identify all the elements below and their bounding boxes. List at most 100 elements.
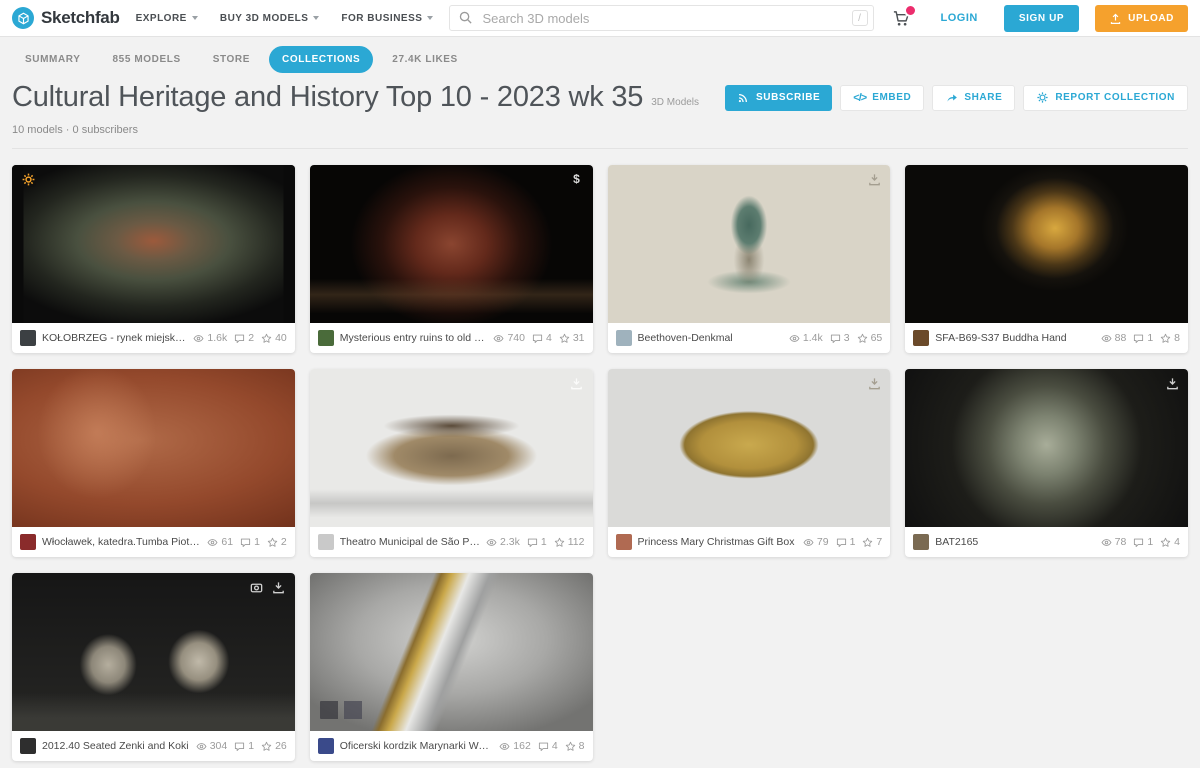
login-link[interactable]: LOGIN	[941, 12, 978, 24]
model-title[interactable]: Beethoven-Denkmal	[638, 332, 783, 344]
model-title[interactable]: Oficerski kordzik Marynarki Wojennej II …	[340, 740, 494, 752]
main-nav: EXPLORE BUY 3D MODELS FOR BUSINESS	[136, 13, 434, 24]
signup-button[interactable]: SIGN UP	[1004, 5, 1079, 32]
model-card[interactable]: Oficerski kordzik Marynarki Wojennej II …	[310, 573, 593, 761]
model-thumbnail[interactable]	[905, 165, 1188, 323]
views-count: 304	[196, 740, 228, 752]
collection-actions: SUBSCRIBE </> EMBED SHARE REPORT COLLECT…	[725, 85, 1188, 111]
model-grid: KOŁOBRZEG - rynek miejski / city market …	[12, 165, 1188, 761]
model-card[interactable]: SFA-B69-S37 Buddha Hand 88 1 8	[905, 165, 1188, 353]
views-count: 2.3k	[486, 536, 520, 548]
likes-icon	[261, 333, 272, 344]
thumbnail-badges	[569, 375, 585, 391]
model-card[interactable]: KOŁOBRZEG - rynek miejski / city market …	[12, 165, 295, 353]
cart-badge	[904, 4, 917, 17]
model-title[interactable]: KOŁOBRZEG - rynek miejski / city market …	[42, 332, 187, 344]
model-thumbnail[interactable]	[608, 369, 891, 527]
model-card[interactable]: Princess Mary Christmas Gift Box 79 1 7	[608, 369, 891, 557]
chevron-down-icon	[313, 16, 319, 20]
embed-button[interactable]: </> EMBED	[840, 85, 924, 111]
model-title[interactable]: Mysterious entry ruins to old cemetery	[340, 332, 488, 344]
likes-icon	[1160, 333, 1171, 344]
author-avatar[interactable]	[913, 534, 929, 550]
likes-count: 40	[261, 332, 287, 344]
model-thumbnail[interactable]: $	[310, 165, 593, 323]
views-count: 61	[207, 536, 233, 548]
model-stats: 1.6k 2 40	[193, 332, 286, 344]
model-title[interactable]: BAT2165	[935, 536, 1094, 548]
model-thumbnail[interactable]	[905, 369, 1188, 527]
thumbnail-badges	[1164, 375, 1180, 391]
model-title[interactable]: SFA-B69-S37 Buddha Hand	[935, 332, 1094, 344]
likes-count: 112	[554, 536, 585, 548]
model-card[interactable]: Theatro Municipal de São Paulo 2.3k 1 11…	[310, 369, 593, 557]
author-avatar[interactable]	[913, 330, 929, 346]
comments-icon	[1133, 537, 1144, 548]
likes-count: 2	[267, 536, 287, 548]
nav-for-business[interactable]: FOR BUSINESS	[341, 13, 433, 24]
sketchfab-logo[interactable]: Sketchfab	[12, 7, 120, 29]
report-collection-button[interactable]: REPORT COLLECTION	[1023, 85, 1188, 111]
author-avatar[interactable]	[318, 738, 334, 754]
model-card-footer: SFA-B69-S37 Buddha Hand 88 1 8	[905, 323, 1188, 353]
views-icon	[1101, 537, 1112, 548]
tab-models[interactable]: 855 MODELS	[100, 46, 194, 73]
author-avatar[interactable]	[318, 534, 334, 550]
views-count: 162	[499, 740, 531, 752]
upload-button[interactable]: UPLOAD	[1095, 5, 1188, 32]
model-card[interactable]: $ Mysterious entry ruins to old cemetery…	[310, 165, 593, 353]
cart-button[interactable]	[892, 9, 911, 28]
model-thumbnail[interactable]	[310, 573, 593, 731]
tab-likes[interactable]: 27.4K LIKES	[379, 46, 471, 73]
brand-name: Sketchfab	[41, 8, 120, 28]
download-icon	[1164, 375, 1180, 391]
thumbnail-badges	[866, 171, 882, 187]
comments-icon	[538, 741, 549, 752]
nav-buy-3d-models[interactable]: BUY 3D MODELS	[220, 13, 320, 24]
rss-icon	[737, 91, 750, 104]
likes-count: 8	[565, 740, 585, 752]
model-thumbnail[interactable]	[608, 165, 891, 323]
nav-explore[interactable]: EXPLORE	[136, 13, 198, 24]
model-card-footer: Theatro Municipal de São Paulo 2.3k 1 11…	[310, 527, 593, 557]
subscribe-button[interactable]: SUBSCRIBE	[725, 85, 832, 111]
likes-icon	[1160, 537, 1171, 548]
views-count: 1.6k	[193, 332, 227, 344]
model-card[interactable]: Włocławek, katedra.Tumba Piotra z Bnina,…	[12, 369, 295, 557]
likes-icon	[554, 537, 565, 548]
model-card[interactable]: 2012.40 Seated Zenki and Koki 304 1 26	[12, 573, 295, 761]
model-stats: 1.4k 3 65	[789, 332, 882, 344]
model-title[interactable]: 2012.40 Seated Zenki and Koki	[42, 740, 190, 752]
author-avatar[interactable]	[20, 738, 36, 754]
views-icon	[196, 741, 207, 752]
collection-header: Cultural Heritage and History Top 10 - 2…	[12, 81, 1188, 114]
model-title[interactable]: Theatro Municipal de São Paulo	[340, 536, 480, 548]
views-count: 1.4k	[789, 332, 823, 344]
model-title[interactable]: Włocławek, katedra.Tumba Piotra z Bnina,…	[42, 536, 201, 548]
model-thumbnail[interactable]	[12, 165, 295, 323]
tab-store[interactable]: STORE	[200, 46, 263, 73]
likes-icon	[857, 333, 868, 344]
model-thumbnail[interactable]	[310, 369, 593, 527]
search-bar: /	[449, 5, 873, 31]
model-card[interactable]: Beethoven-Denkmal 1.4k 3 65	[608, 165, 891, 353]
author-avatar[interactable]	[20, 534, 36, 550]
model-thumbnail[interactable]	[12, 369, 295, 527]
search-input[interactable]	[449, 5, 873, 31]
views-icon	[493, 333, 504, 344]
model-stats: 304 1 26	[196, 740, 287, 752]
tab-collections[interactable]: COLLECTIONS	[269, 46, 373, 73]
model-title[interactable]: Princess Mary Christmas Gift Box	[638, 536, 797, 548]
likes-count: 4	[1160, 536, 1180, 548]
model-card[interactable]: BAT2165 78 1 4	[905, 369, 1188, 557]
author-avatar[interactable]	[20, 330, 36, 346]
model-card-footer: Włocławek, katedra.Tumba Piotra z Bnina,…	[12, 527, 295, 557]
share-button[interactable]: SHARE	[932, 85, 1015, 111]
author-avatar[interactable]	[318, 330, 334, 346]
tab-summary[interactable]: SUMMARY	[12, 46, 94, 73]
chevron-down-icon	[427, 16, 433, 20]
author-avatar[interactable]	[616, 534, 632, 550]
author-avatar[interactable]	[616, 330, 632, 346]
likes-icon	[862, 537, 873, 548]
model-thumbnail[interactable]	[12, 573, 295, 731]
